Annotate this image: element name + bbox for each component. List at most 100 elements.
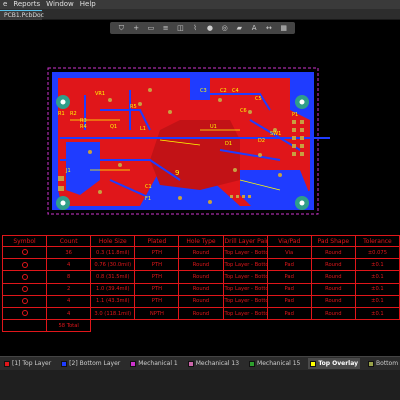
menu-item-edit[interactable]: e [3, 0, 7, 9]
drill-symbol-cell [1, 258, 48, 272]
drill-table-cell: ±0.1 [354, 282, 400, 296]
menu-item-reports[interactable]: Reports [13, 0, 40, 9]
designator-label: 9 [175, 169, 179, 177]
empty-cell [267, 320, 311, 332]
drill-table-cell: ±0.1 [354, 294, 400, 308]
layer-tab-label: Mechanical 13 [195, 360, 240, 367]
designator-label: F1 [145, 196, 151, 202]
drill-table-cell: Round [310, 282, 356, 296]
drill-table-cell: 1.0 (39.4mil) [90, 282, 136, 296]
drill-header-cell: Hole Type [178, 235, 224, 247]
drill-header-cell: Pad Shape [310, 235, 356, 247]
drill-table-cell: Via [266, 245, 312, 260]
designator-label: C5 [255, 96, 262, 102]
layer-tabs-bar: [1] Top Layer [2] Bottom Layer Mechanical … [0, 356, 400, 370]
layer-color-swatch [368, 360, 375, 367]
drill-table-body: 360.3 (11.8mil)PTHRoundTop Layer - Botto… [1, 245, 400, 333]
layer-tab-label: Mechanical 15 [257, 360, 301, 367]
add-icon[interactable]: + [132, 24, 140, 32]
drill-table-cell: PTH [134, 282, 180, 296]
layer-tab[interactable]: Mechanical 1 [128, 358, 179, 369]
drill-table-cell: 0.3 (11.8mil) [90, 245, 136, 260]
designator-label: C4 [232, 88, 239, 94]
drill-table-cell: Pad [266, 270, 312, 284]
filter-icon[interactable]: ⛉ [117, 24, 125, 32]
text-icon[interactable]: A [250, 24, 258, 32]
component-icon[interactable]: ▦ [280, 24, 288, 32]
drill-table-cell: Pad [266, 282, 312, 296]
drill-header-cell: Count [46, 235, 92, 247]
designator-label: D1 [225, 141, 232, 147]
via-icon[interactable]: ◎ [221, 24, 229, 32]
pcb-canvas[interactable]: VR1 R1 R2 Q1 C3 C2 C4 C5 C6 R3 R4 R5 D1 J1 L1 U1 P1 F1 C1 D… [0, 20, 400, 356]
drill-table-cell: Top Layer - Bottom Layer [222, 282, 268, 296]
route-icon[interactable]: ⌇ [191, 24, 199, 32]
layer-color-swatch [130, 360, 137, 367]
drill-symbol-icon [21, 285, 28, 292]
drill-header-cell: Hole Size [90, 235, 136, 247]
drill-header-cell: Tolerance [354, 235, 400, 247]
drill-table-cell: NPTH [134, 306, 180, 321]
layer-tab[interactable]: [2] Bottom Layer [59, 358, 122, 369]
drill-table-cell: Pad [266, 306, 312, 321]
drill-table-cell: Round [310, 294, 356, 308]
layer-tab[interactable]: Top Overlay [308, 358, 361, 369]
drill-table-cell: PTH [134, 245, 180, 260]
designator-label: L1 [140, 126, 146, 132]
drill-table-cell [1, 319, 48, 333]
layer-color-swatch [61, 360, 68, 367]
drill-symbol-cell [1, 270, 48, 284]
designator-label: D2 [258, 138, 265, 144]
designator-label: SW1 [270, 131, 281, 137]
drill-table-row: 4 3.0 (118.1mil) NPTH Round Top Layer - Bott… [1, 306, 400, 321]
drill-table-row: 40.76 (30.0mil)PTHRoundTop Layer - Botto… [1, 258, 400, 272]
empty-cell [179, 320, 223, 332]
menu-item-window[interactable]: Window [46, 0, 74, 9]
dimension-icon[interactable]: ↔ [265, 24, 273, 32]
place-icon[interactable]: ◫ [176, 24, 184, 32]
menu-item-help[interactable]: Help [80, 0, 96, 9]
drill-table-cell: 0.8 (31.5mil) [90, 270, 136, 284]
drill-table-cell: 0.76 (30.0mil) [90, 258, 136, 272]
layer-tab-label: [1] Top Layer [12, 360, 52, 367]
layer-tab-label: Top Overlay [318, 360, 359, 367]
region-icon[interactable]: ▰ [235, 24, 243, 32]
drill-symbol-icon [21, 298, 28, 305]
empty-cell [355, 320, 399, 332]
drill-table-cell: 2 [46, 282, 92, 296]
layer-tab[interactable]: Bottom Overlay [366, 358, 400, 369]
drill-table-cell: PTH [134, 270, 180, 284]
drill-table-total-row: 58 Total [1, 319, 400, 333]
menu-bar: e Reports Window Help [0, 0, 400, 9]
drill-table-row: 360.3 (11.8mil)PTHRoundTop Layer - Botto… [1, 245, 400, 260]
drill-symbol-cell [1, 282, 48, 296]
drill-table-cell: 4 [46, 306, 92, 321]
layer-color-swatch [4, 360, 10, 367]
copper-island [150, 120, 240, 190]
drill-table-cell: PTH [134, 294, 180, 308]
layer-tab-label: Bottom Overlay [376, 360, 400, 367]
drill-table-cell: Round [178, 270, 224, 284]
designator-label: U1 [210, 124, 217, 130]
pad-icon[interactable]: ● [206, 24, 214, 32]
drill-table-cell: Top Layer - Bottom Layer [222, 270, 268, 284]
designator-label: Q1 [110, 124, 117, 130]
layer-tab[interactable]: Mechanical 13 [186, 358, 241, 369]
designator-label: R1 [58, 111, 65, 117]
align-icon[interactable]: ≡ [162, 24, 170, 32]
layer-tab[interactable]: [1] Top Layer [2, 358, 53, 369]
drill-header-cell: Drill Layer Pair [222, 235, 268, 247]
layer-color-swatch [310, 360, 317, 367]
drill-table-cell: Top Layer - Bottom Layer [222, 306, 268, 321]
layer-tab[interactable]: Mechanical 15 [247, 358, 302, 369]
drill-symbol-icon [21, 310, 28, 317]
document-tab-pcb1[interactable]: PCB1.PcbDoc [0, 10, 44, 20]
drill-table-cell: Round [178, 306, 224, 321]
drill-symbol-cell [1, 245, 48, 260]
layer-color-swatch [249, 360, 256, 367]
select-icon[interactable]: ▭ [147, 24, 155, 32]
layer-tab-label: Mechanical 1 [138, 360, 178, 367]
layer-tab-label: [2] Bottom Layer [69, 360, 121, 367]
drill-table-cell: Top Layer - Bottom Layer [222, 258, 268, 272]
document-tab-label: PCB1.PcbDoc [4, 12, 44, 19]
